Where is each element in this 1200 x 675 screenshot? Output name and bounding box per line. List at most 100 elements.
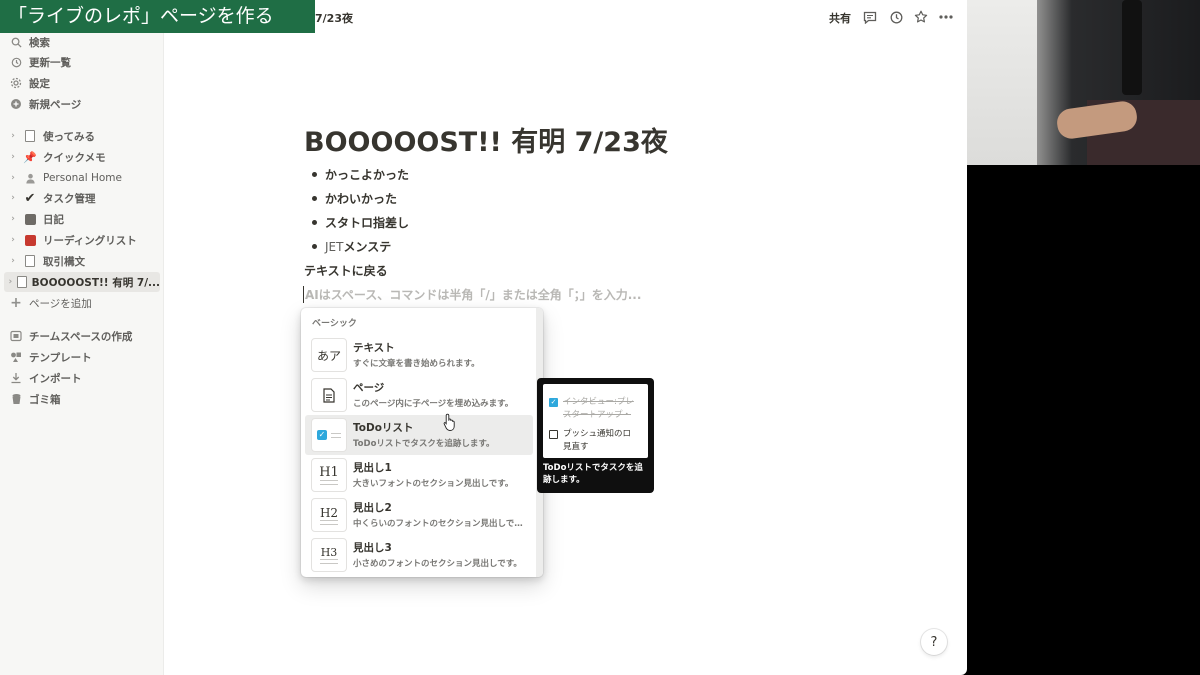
page-title[interactable]: BOOOOOST!! 有明 7/23夜: [304, 120, 668, 159]
sidebar-item-label: インポート: [29, 372, 82, 385]
chevron-right-icon[interactable]: ›: [8, 256, 18, 266]
thumb-label: H1: [319, 465, 339, 480]
page-icon: [16, 274, 27, 290]
preview-todo-open: プッシュ通知のロ 見直す: [549, 428, 631, 454]
webcam-person: [967, 0, 1037, 165]
notion-window: 検索 更新一覧 設定 新規ページ › 使ってみる › 📌 クイックメモ › Pe…: [0, 0, 967, 675]
sidebar-item-trash[interactable]: ゴミ箱: [4, 389, 160, 409]
search-icon: [8, 34, 24, 50]
sidebar-item-quick-note[interactable]: › 📌 クイックメモ: [4, 147, 160, 167]
sidebar-item-label: Personal Home: [43, 172, 122, 184]
preview-text: インタビュー:プレ: [563, 397, 634, 407]
menu-item-title: 見出し2: [353, 502, 392, 514]
list-item-prefix: JET: [325, 239, 344, 254]
sidebar-item-reading-list[interactable]: › リーディングリスト: [4, 230, 160, 250]
menu-item-page[interactable]: ページ このページ内に子ページを埋め込みます。: [305, 375, 533, 415]
share-button[interactable]: 共有: [829, 10, 851, 26]
preview-card: ✓ インタビュー:プレ スタートアップ・ プッシュ通知のロ 見直す: [543, 384, 648, 458]
page-icon: [22, 253, 38, 269]
chevron-right-icon[interactable]: ›: [8, 131, 18, 141]
thumb-label: H3: [320, 546, 338, 559]
menu-item-desc: 大きいフォントのセクション見出しです。: [353, 479, 514, 489]
gear-icon: [8, 75, 24, 91]
menu-item-heading-1[interactable]: H1 見出し1 大きいフォントのセクション見出しです。: [305, 455, 533, 495]
sidebar-item-import[interactable]: インポート: [4, 368, 160, 388]
sidebar-item-personal-home[interactable]: › Personal Home: [4, 168, 160, 188]
sidebar-item-label: 使ってみる: [43, 130, 95, 143]
page-icon: [311, 378, 347, 412]
chevron-right-icon[interactable]: ›: [8, 214, 18, 224]
chevron-right-icon[interactable]: ›: [8, 277, 13, 287]
menu-item-heading-3[interactable]: H3 見出し3 小さめのフォントのセクション見出しです。: [305, 535, 533, 575]
sidebar-item-label: タスク管理: [43, 192, 96, 205]
menu-item-text[interactable]: あア テキスト すぐに文章を書き始められます。: [305, 335, 533, 375]
block-preview-tooltip: ✓ インタビュー:プレ スタートアップ・ プッシュ通知のロ 見直す ToDoリストで…: [537, 378, 654, 493]
chevron-right-icon[interactable]: ›: [8, 173, 18, 183]
menu-item-desc: すぐに文章を書き始められます。: [353, 359, 480, 369]
heading-1-icon: H1: [311, 458, 347, 492]
sidebar-item-current-page[interactable]: › BOOOOOST!! 有明 7/...: [4, 272, 160, 292]
sidebar-item-settings[interactable]: 設定: [4, 73, 160, 93]
menu-item-desc: ToDoリストでタスクを追跡します。: [353, 439, 495, 449]
menu-item-title: ページ: [353, 382, 385, 394]
slash-command-menu: ベーシック あア テキスト すぐに文章を書き始められます。 ページ このページ内…: [301, 308, 543, 577]
checked-checkbox-icon: ✓: [549, 398, 558, 407]
command-input[interactable]: AIはスペース、コマンドは半角「/」または全角「；」を入力...: [303, 286, 641, 303]
list-item[interactable]: かっこよかった: [312, 166, 409, 183]
menu-item-desc: 中くらいのフォントのセクション見出しです。: [353, 519, 525, 529]
comment-icon[interactable]: [862, 9, 878, 25]
list-item[interactable]: JET メンステ: [312, 238, 391, 255]
preview-text: スタートアップ・: [563, 410, 632, 420]
preview-text: 見直す: [563, 442, 589, 452]
sidebar-item-create-teamspace[interactable]: チームスペースの作成: [4, 326, 160, 346]
help-button[interactable]: ?: [921, 629, 947, 655]
person-icon: [22, 170, 38, 186]
sidebar-item-updates[interactable]: 更新一覧: [4, 52, 160, 72]
list-item[interactable]: かわいかった: [312, 190, 397, 207]
more-icon[interactable]: [938, 9, 954, 25]
star-icon[interactable]: [913, 9, 929, 25]
plus-circle-icon: [8, 96, 24, 112]
preview-todo-done: ✓ インタビュー:プレ スタートアップ・: [549, 396, 634, 422]
plus-icon: +: [10, 295, 22, 311]
back-to-text-block[interactable]: テキストに戻る: [304, 262, 388, 279]
sidebar-item-search[interactable]: 検索: [4, 32, 160, 52]
menu-item-title: 見出し1: [353, 462, 392, 474]
sidebar-item-label: 検索: [29, 36, 50, 49]
webcam-feed: [967, 0, 1200, 165]
sidebar-item-label: 更新一覧: [29, 56, 71, 69]
text-block-icon: あア: [311, 338, 347, 372]
menu-item-desc: 小さめのフォントのセクション見出しです。: [353, 559, 522, 569]
breadcrumb[interactable]: 7/23夜: [315, 10, 353, 26]
sidebar-item-new-page[interactable]: 新規ページ: [4, 94, 160, 114]
add-page-button[interactable]: + ページを追加: [4, 293, 160, 313]
menu-item-heading-2[interactable]: H2 見出し2 中くらいのフォントのセクション見出しです。: [305, 495, 533, 535]
book-icon: [22, 232, 38, 248]
trash-icon: [8, 391, 24, 407]
heading-2-icon: H2: [311, 498, 347, 532]
sidebar-item-templates[interactable]: テンプレート: [4, 347, 160, 367]
chevron-right-icon[interactable]: ›: [8, 152, 18, 162]
sidebar-item-tasks[interactable]: › ✔ タスク管理: [4, 188, 160, 208]
thumb-label: H2: [319, 505, 339, 520]
import-icon: [8, 370, 24, 386]
menu-item-desc: このページ内に子ページを埋め込みます。: [353, 399, 514, 409]
preview-caption: ToDoリストでタスクを追跡します。: [543, 463, 643, 485]
sidebar-item-label: BOOOOOST!! 有明 7/...: [31, 276, 160, 289]
sidebar-item-getting-started[interactable]: › 使ってみる: [4, 126, 160, 146]
hand-cursor-icon: [443, 413, 455, 431]
menu-item-todo[interactable]: ✓ ToDoリスト ToDoリストでタスクを追跡します。: [305, 415, 533, 455]
check-icon: ✔: [24, 190, 36, 206]
pin-icon: 📌: [23, 150, 37, 164]
menu-item-title: 見出し3: [353, 542, 392, 554]
history-icon[interactable]: [888, 9, 904, 25]
chevron-right-icon[interactable]: ›: [8, 235, 18, 245]
menu-item-title: ToDoリスト: [353, 422, 414, 434]
sidebar-item-trade[interactable]: › 取引構文: [4, 251, 160, 271]
sidebar-item-label: リーディングリスト: [43, 234, 137, 247]
clock-icon: [8, 54, 24, 70]
list-item[interactable]: スタトロ指差し: [312, 214, 409, 231]
sidebar-item-diary[interactable]: › 日記: [4, 209, 160, 229]
chevron-right-icon[interactable]: ›: [8, 193, 18, 203]
todo-checkbox-icon: ✓: [311, 418, 347, 452]
